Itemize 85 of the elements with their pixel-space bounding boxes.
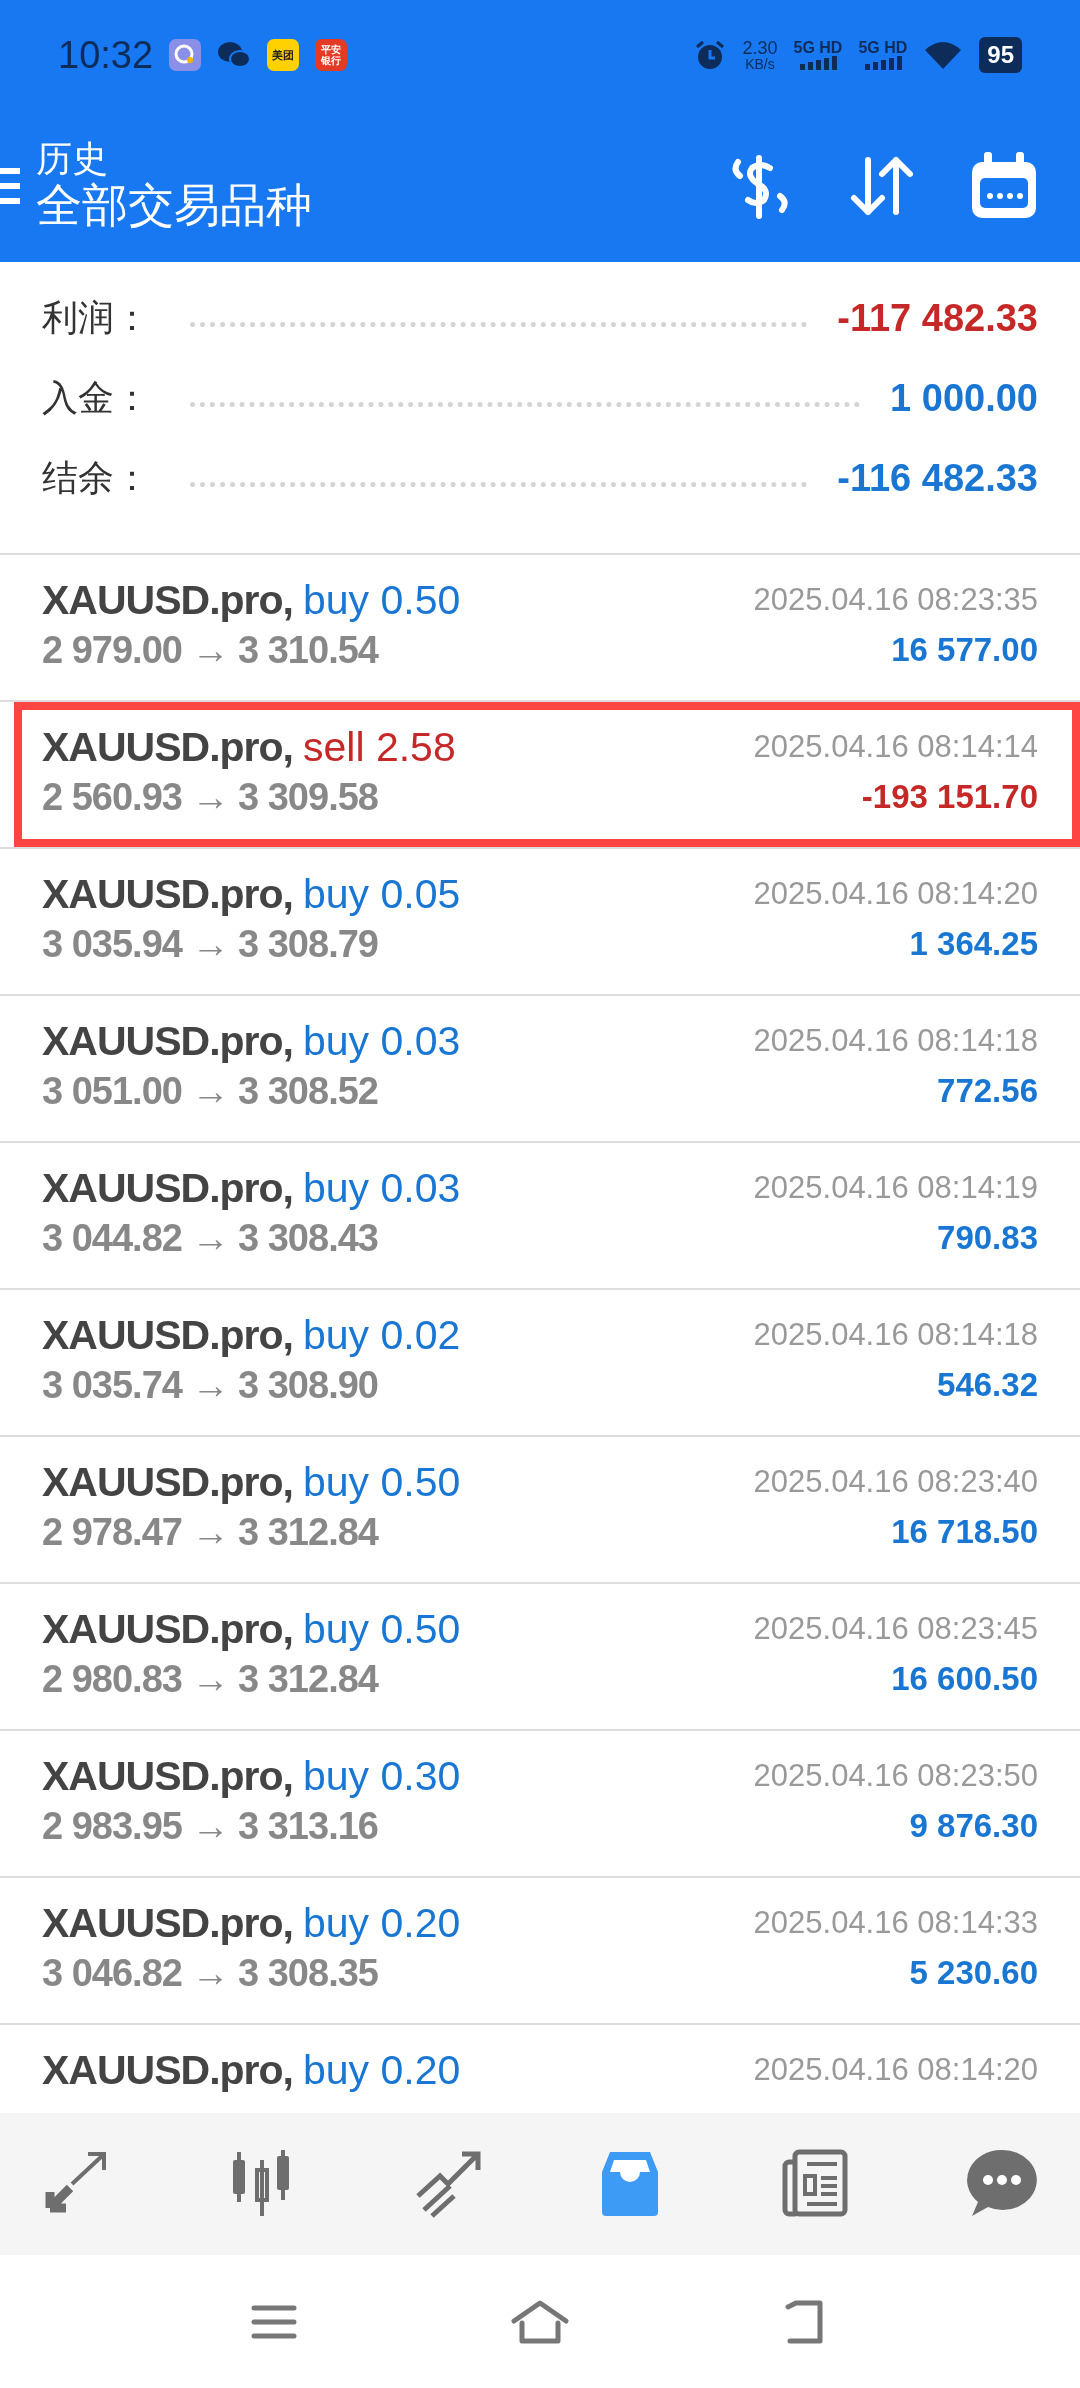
- symbol-filter[interactable]: 全部交易品种: [36, 178, 724, 234]
- network-label: 5G HD: [858, 40, 908, 56]
- price-change: 3 051.00 → 3 308.52: [42, 1069, 378, 1114]
- deal-time: 2025.04.16 08:14:20: [753, 874, 1038, 913]
- deal-row[interactable]: XAUUSD.pro, buy 0.05 2025.04.16 08:14:20 3 035.94 → 3 308.79 1 364.25: [0, 849, 1080, 996]
- price-change: 2 980.83 → 3 312.84: [42, 1657, 378, 1702]
- net-speed: 2.30: [742, 39, 778, 57]
- deal-row[interactable]: XAUUSD.pro, buy 0.50 2025.04.16 08:23:45 2 980.83 → 3 312.84 16 600.50: [0, 1584, 1080, 1731]
- order-action: buy 0.50: [302, 576, 461, 625]
- price-change: 3 035.94 → 3 308.79: [42, 922, 378, 967]
- symbol-name: XAUUSD.pro,: [42, 1458, 293, 1507]
- price-change: 2 983.95 → 3 313.16: [42, 1804, 378, 1849]
- page-title: 历史: [36, 138, 109, 179]
- deal-time: 2025.04.16 08:14:20: [753, 2050, 1038, 2089]
- order-action: buy 0.20: [302, 1899, 461, 1948]
- symbol-name: XAUUSD.pro,: [42, 723, 293, 772]
- signal-icon: [862, 56, 903, 70]
- deal-time: 2025.04.16 08:23:35: [753, 580, 1038, 619]
- price-change: 2 560.93 → 3 309.58: [42, 775, 378, 820]
- order-action: buy 0.02: [302, 1311, 461, 1360]
- order-action: buy 0.50: [302, 1605, 461, 1654]
- order-action: buy 0.50: [302, 1458, 461, 1507]
- symbol-name: XAUUSD.pro,: [42, 870, 293, 919]
- price-change: 3 044.82 → 3 308.43: [42, 1216, 378, 1261]
- deal-time: 2025.04.16 08:23:50: [753, 1756, 1038, 1795]
- summary-label: 利润：: [42, 296, 150, 340]
- deal-row[interactable]: XAUUSD.pro, buy 0.20 2025.04.16 08:14:33 3 046.82 → 3 308.35 5 230.60: [0, 1878, 1080, 2025]
- order-action: buy 0.20: [302, 2046, 461, 2095]
- net-unit: KB/s: [745, 57, 775, 71]
- deal-profit: 9 876.30: [909, 1806, 1038, 1847]
- price-change: 2 979.00 → 3 310.54: [42, 628, 378, 673]
- price-change: 2 978.47 → 3 312.84: [42, 1510, 378, 1555]
- network-label: 5G HD: [793, 40, 843, 56]
- app-badge: 美团: [267, 39, 300, 71]
- order-action: buy 0.03: [302, 1017, 461, 1066]
- summary-label: 入金：: [42, 376, 150, 420]
- deal-profit: 5 230.60: [909, 1953, 1038, 1994]
- summary-value: -117 482.33: [837, 295, 1038, 341]
- deal-time: 2025.04.16 08:14:19: [753, 1168, 1038, 1207]
- deal-profit: 16 718.50: [891, 1512, 1038, 1553]
- deal-profit: 16 577.00: [891, 630, 1038, 671]
- summary-label: 结余：: [42, 456, 150, 500]
- clock-time: 10:32: [58, 32, 154, 78]
- symbol-name: XAUUSD.pro,: [42, 576, 293, 625]
- order-action: buy 0.05: [302, 870, 461, 919]
- deal-time: 2025.04.16 08:14:18: [753, 1021, 1038, 1060]
- price-change: 3 035.74 → 3 308.90: [42, 1363, 378, 1408]
- deal-profit: 790.83: [937, 1218, 1038, 1259]
- home-icon[interactable]: [510, 2298, 570, 2345]
- summary-value: 1 000.00: [890, 375, 1038, 421]
- order-action: buy 0.30: [302, 1752, 461, 1801]
- symbol-name: XAUUSD.pro,: [42, 1605, 293, 1654]
- symbol-name: XAUUSD.pro,: [42, 1164, 293, 1213]
- symbol-name: XAUUSD.pro,: [42, 1899, 293, 1948]
- deal-time: 2025.04.16 08:14:18: [753, 1315, 1038, 1354]
- deal-profit: 546.32: [937, 1365, 1038, 1406]
- symbol-name: XAUUSD.pro,: [42, 2046, 293, 2095]
- signal-icon: [797, 56, 838, 70]
- order-action: buy 0.03: [302, 1164, 461, 1213]
- deal-time: 2025.04.16 08:23:45: [753, 1609, 1038, 1648]
- deal-profit: 772.56: [937, 1071, 1038, 1112]
- symbol-name: XAUUSD.pro,: [42, 1311, 293, 1360]
- summary-value: -116 482.33: [837, 455, 1038, 501]
- deal-row[interactable]: XAUUSD.pro, buy 0.30 2025.04.16 08:23:50 2 983.95 → 3 313.16 9 876.30: [0, 1731, 1080, 1878]
- symbol-name: XAUUSD.pro,: [42, 1752, 293, 1801]
- wifi-icon: [923, 40, 964, 70]
- deal-time: 2025.04.16 08:14:33: [753, 1903, 1038, 1942]
- deal-row[interactable]: XAUUSD.pro, buy 0.50 2025.04.16 08:23:35 2 979.00 → 3 310.54 16 577.00: [0, 555, 1080, 702]
- order-action: sell 2.58: [302, 723, 456, 772]
- app-badge: 平安银行: [315, 39, 348, 71]
- symbol-name: XAUUSD.pro,: [42, 1017, 293, 1066]
- price-change: 3 046.82 → 3 308.35: [42, 1951, 378, 1996]
- app-icon: [169, 39, 202, 71]
- deal-row[interactable]: XAUUSD.pro, buy 0.50 2025.04.16 08:23:40 2 978.47 → 3 312.84 16 718.50: [0, 1437, 1080, 1584]
- deal-profit: 1 364.25: [909, 924, 1038, 965]
- deal-time: 2025.04.16 08:14:14: [753, 727, 1038, 766]
- battery-level: 95: [979, 37, 1022, 73]
- alarm-icon: [694, 39, 727, 71]
- deal-row[interactable]: XAUUSD.pro, buy 0.03 2025.04.16 08:14:19 3 044.82 → 3 308.43 790.83: [0, 1143, 1080, 1290]
- deal-row[interactable]: XAUUSD.pro, sell 2.58 2025.04.16 08:14:14 2 560.93 → 3 309.58 -193 151.70: [0, 702, 1080, 849]
- deal-time: 2025.04.16 08:23:40: [753, 1462, 1038, 1501]
- deal-profit: 16 600.50: [891, 1659, 1038, 1700]
- deal-profit: -193 151.70: [861, 777, 1038, 818]
- deal-row[interactable]: XAUUSD.pro, buy 0.03 2025.04.16 08:14:18 3 051.00 → 3 308.52 772.56: [0, 996, 1080, 1143]
- deal-row[interactable]: XAUUSD.pro, buy 0.02 2025.04.16 08:14:18 3 035.74 → 3 308.90 546.32: [0, 1290, 1080, 1437]
